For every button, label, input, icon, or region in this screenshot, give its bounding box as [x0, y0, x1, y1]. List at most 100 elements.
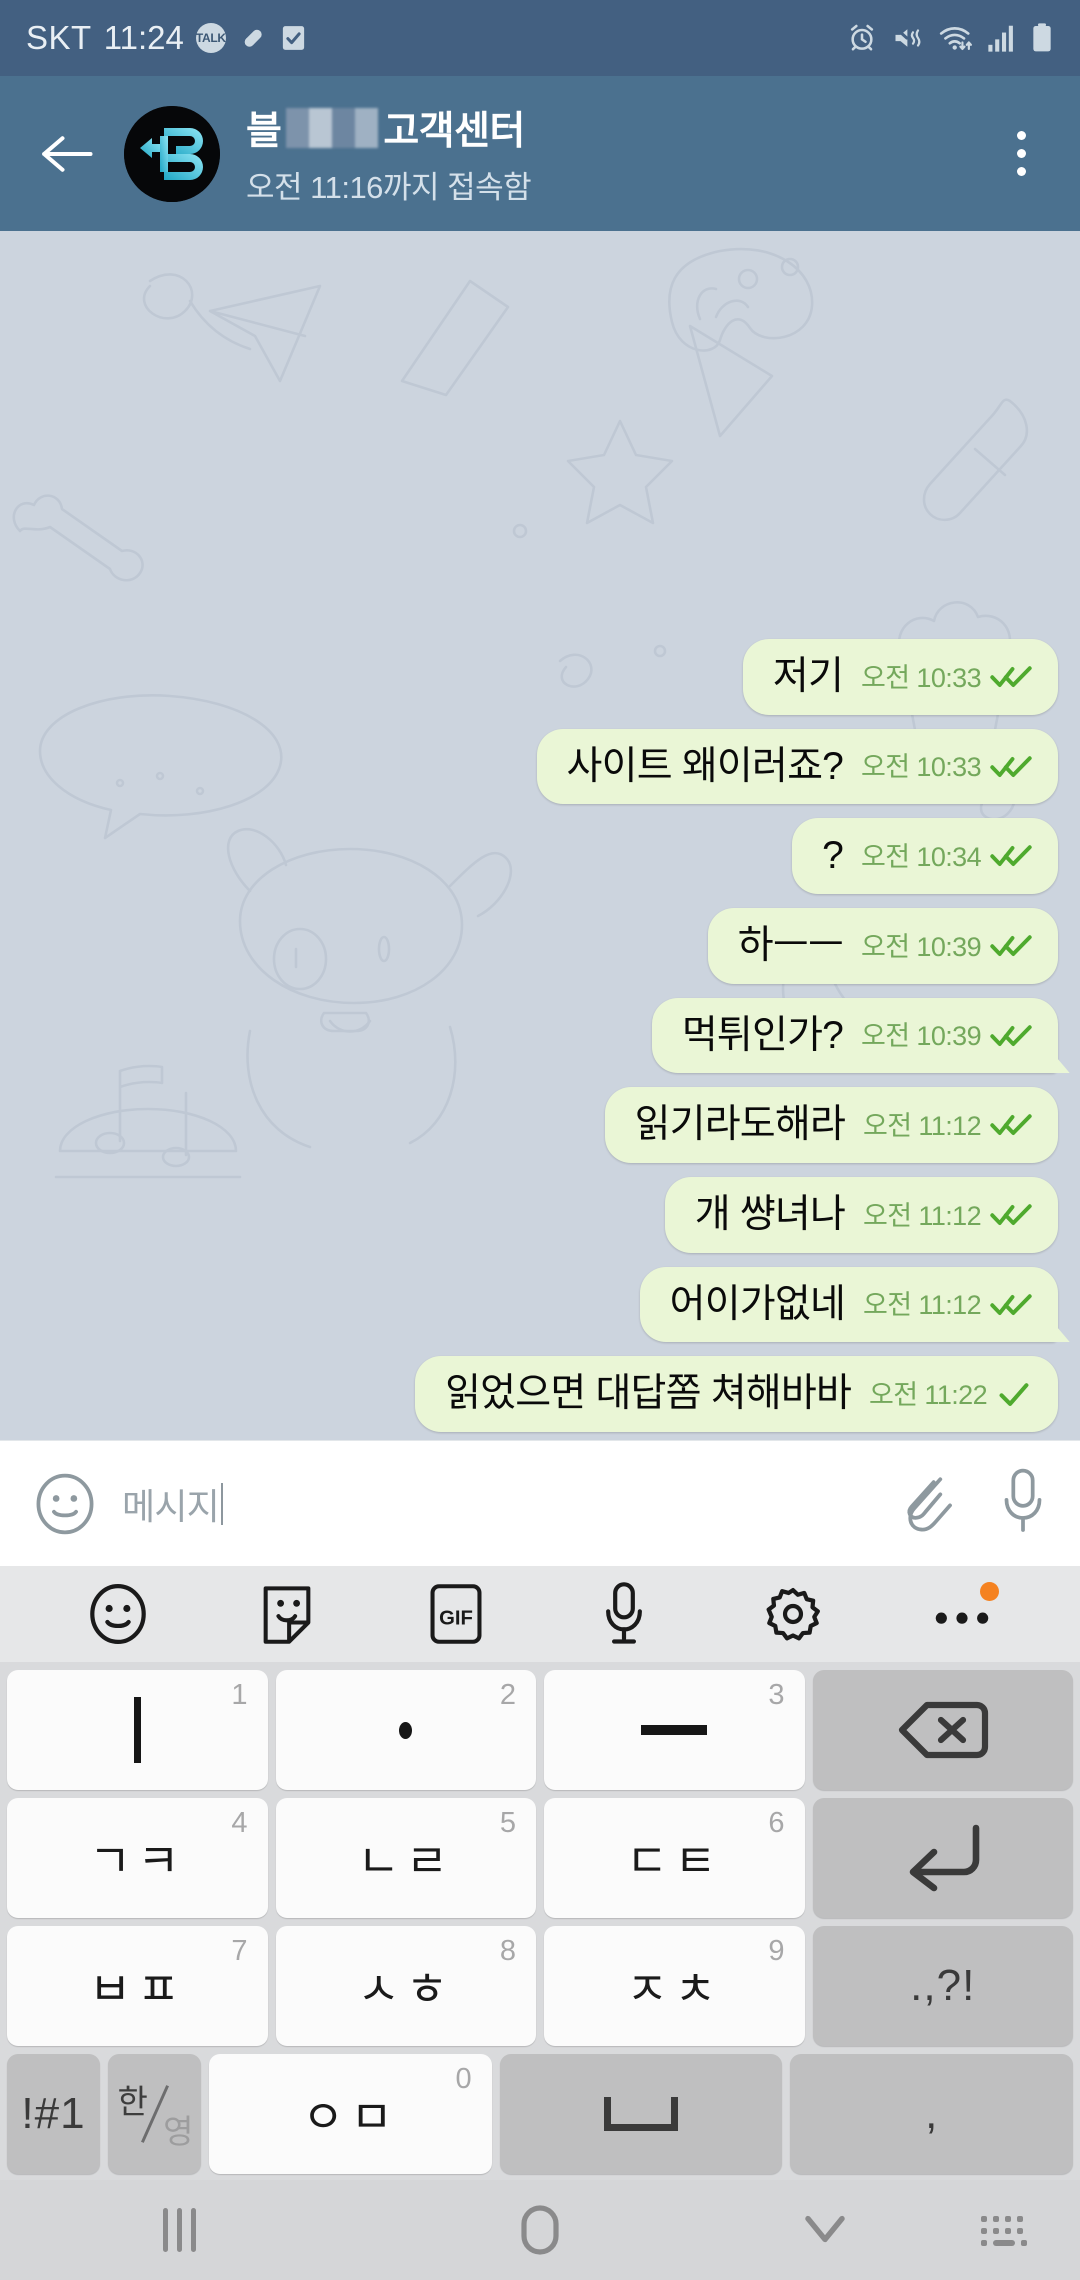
keyboard-row: !#1 한 영 0 ㅇㅁ , [7, 2054, 1074, 2174]
key-backspace[interactable] [812, 1670, 1073, 1790]
key-vowel-dot[interactable]: 2 [275, 1670, 536, 1790]
toolbar-emoji-button[interactable] [75, 1571, 161, 1657]
avatar-logo-icon [124, 105, 220, 202]
key-bieup-pieup[interactable]: 7 ㅂㅍ [7, 1926, 268, 2046]
key-vowel-i[interactable]: 1 [7, 1670, 268, 1790]
key-label: ㅈㅊ [625, 1963, 723, 2015]
toolbar-more-button[interactable] [919, 1571, 1005, 1657]
message-timestamp: 오전 10:39 [861, 931, 982, 962]
message-meta: 오전 10:33 [861, 745, 1032, 788]
avatar[interactable] [124, 105, 220, 202]
page-title: 블 고객센터 [246, 100, 986, 156]
overflow-menu-button[interactable] [986, 114, 1056, 194]
key-number-label: 3 [768, 1679, 785, 1711]
carrier-label: SKT [26, 19, 92, 56]
attach-button[interactable] [898, 1470, 956, 1537]
messages-container: 저기 오전 10:33 사이트 왜이러죠? 오전 10:33 ? 오전 10:34 하ㅡㅡ 오… [22, 638, 1058, 1432]
toolbar-settings-button[interactable] [750, 1571, 836, 1657]
double-check-icon [990, 1114, 1032, 1136]
key-number-label: 1 [231, 1679, 248, 1711]
message-bubble[interactable]: 하ㅡㅡ 오전 10:39 [707, 907, 1058, 984]
message-bubble[interactable]: 읽었으면 대답쫌 쳐해바바 오전 11:22 [415, 1356, 1058, 1432]
dot-glyph [399, 1721, 413, 1739]
message-timestamp: 오전 10:39 [861, 1021, 982, 1052]
message-timestamp: 오전 10:33 [861, 662, 982, 693]
message-bubble[interactable]: 사이트 왜이러죠? 오전 10:33 [536, 728, 1058, 805]
status-bar: SKT 11:24 TALK [0, 0, 1080, 76]
korean-keyboard: GIF 1 2 3 4 ㄱㅋ 5 ㄴㄹ 6 ㄷㅌ 7 ㅂㅍ 8 ㅅㅎ 9 ㅈㅊ … [0, 1566, 1080, 2180]
key-punctuation[interactable]: .,?! [812, 1926, 1073, 2046]
key-symbols[interactable]: !#1 [7, 2054, 100, 2174]
back-button[interactable] [30, 118, 102, 190]
double-check-icon [990, 1294, 1032, 1315]
key-vowel-eu[interactable]: 3 [544, 1670, 805, 1790]
message-list[interactable]: 저기 오전 10:33 사이트 왜이러죠? 오전 10:33 ? 오전 10:34 하ㅡㅡ 오… [0, 231, 1080, 1440]
language-toggle-glyph: 한 영 [116, 2075, 194, 2153]
key-digeut-tieut[interactable]: 6 ㄷㅌ [544, 1798, 805, 1918]
message-text: 어이가없네 [669, 1282, 846, 1326]
gear-icon [766, 1587, 820, 1641]
hide-keyboard-button[interactable] [720, 2180, 930, 2280]
key-number-label: 9 [768, 1935, 785, 1967]
gif-icon: GIF [430, 1584, 482, 1644]
svg-text:GIF: GIF [439, 1608, 473, 1630]
message-meta: 오전 11:12 [863, 1104, 1032, 1147]
voice-record-button[interactable] [1000, 1468, 1046, 1539]
key-number-label: 6 [768, 1807, 785, 1839]
pill-icon [244, 29, 262, 47]
message-text: 하ㅡㅡ [737, 923, 844, 967]
wifi-icon [939, 27, 973, 51]
emoji-button[interactable] [34, 1473, 96, 1535]
key-number-label: 7 [231, 1935, 248, 1967]
vertical-stroke-glyph [133, 1697, 141, 1763]
toolbar-sticker-button[interactable] [244, 1571, 330, 1657]
keyboard-row: 1 2 3 [7, 1670, 1073, 1790]
message-timestamp: 오전 10:34 [861, 841, 982, 872]
message-timestamp: 오전 11:22 [869, 1380, 988, 1410]
key-ieung-mieum[interactable]: 0 ㅇㅁ [209, 2054, 492, 2174]
toolbar-gif-button[interactable]: GIF [413, 1571, 499, 1657]
double-check-icon [990, 845, 1032, 867]
key-nieun-rieul[interactable]: 5 ㄴㄹ [275, 1798, 536, 1918]
message-bubble[interactable]: 읽기라도해라 오전 11:12 [604, 1087, 1058, 1163]
key-number-label: 8 [499, 1935, 516, 1967]
double-check-icon [990, 1204, 1032, 1226]
message-text: 개 썅녀나 [694, 1192, 846, 1236]
redacted-name-mosaic [286, 108, 379, 148]
toolbar-mic-button[interactable] [581, 1571, 667, 1657]
key-label: , [925, 2089, 939, 2138]
message-bubble[interactable]: 저기 오전 10:33 [742, 638, 1058, 715]
message-bubble[interactable]: 먹튀인가? 오전 10:39 [651, 997, 1058, 1074]
key-jieut-chieut[interactable]: 9 ㅈㅊ [544, 1926, 805, 2046]
home-button[interactable] [360, 2180, 720, 2280]
battery-icon [1033, 23, 1051, 52]
menu-dot-icon [1016, 131, 1026, 140]
notification-badge-dot [979, 1582, 999, 1601]
key-comma[interactable]: , [790, 2054, 1074, 2174]
phone-screen: SKT 11:24 TALK 블 고객센터 오전 11:16까지 접속함 저기 … [0, 0, 1080, 2280]
key-enter[interactable] [812, 1798, 1073, 1918]
recent-apps-button[interactable] [0, 2180, 360, 2280]
message-meta: 오전 11:12 [863, 1283, 1032, 1326]
alarm-icon [850, 24, 874, 51]
message-timestamp: 오전 11:12 [863, 1110, 982, 1141]
key-siot-hieut[interactable]: 8 ㅅㅎ [275, 1926, 536, 2046]
recent-apps-icon [163, 2208, 197, 2252]
header-text-block[interactable]: 블 고객센터 오전 11:16까지 접속함 [246, 100, 986, 207]
key-space[interactable] [499, 2054, 783, 2174]
title-suffix: 고객센터 [383, 110, 525, 153]
key-giyeok-kieuk[interactable]: 4 ㄱㅋ [7, 1798, 268, 1918]
microphone-icon [1004, 1468, 1042, 1532]
message-timestamp: 오전 10:33 [861, 752, 982, 783]
key-number-label: 0 [455, 2063, 472, 2095]
key-label: ㄴㄹ [357, 1835, 455, 1887]
message-bubble[interactable]: 어이가없네 오전 11:12 [639, 1266, 1058, 1343]
chevron-down-icon [805, 2215, 845, 2243]
message-bubble[interactable]: ? 오전 10:34 [792, 818, 1058, 894]
switch-keyboard-button[interactable] [930, 2180, 1080, 2280]
key-language-toggle[interactable]: 한 영 [108, 2054, 201, 2174]
message-input-field[interactable]: 메시지 [122, 1478, 898, 1530]
signal-icon [988, 25, 1013, 52]
message-bubble[interactable]: 개 썅녀나 오전 11:12 [664, 1176, 1058, 1253]
status-bar-left: SKT 11:24 TALK [26, 19, 307, 57]
